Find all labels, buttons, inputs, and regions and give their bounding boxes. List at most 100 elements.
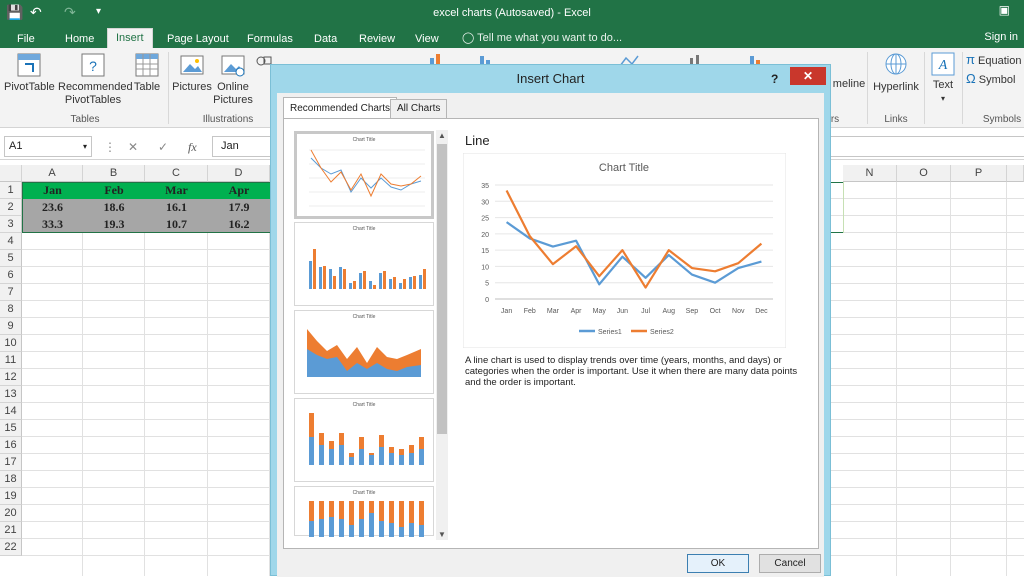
- cell-c2[interactable]: 16.1: [145, 199, 208, 216]
- row-header-21[interactable]: 21: [0, 522, 22, 539]
- row-header-22[interactable]: 22: [0, 539, 22, 556]
- row-header-8[interactable]: 8: [0, 301, 22, 318]
- row-header-10[interactable]: 10: [0, 335, 22, 352]
- row-header-6[interactable]: 6: [0, 267, 22, 284]
- column-header-p[interactable]: P: [951, 165, 1007, 182]
- table-button[interactable]: Table: [130, 52, 164, 94]
- tab-insert[interactable]: Insert: [107, 28, 153, 48]
- sign-in-link[interactable]: Sign in: [984, 31, 1018, 43]
- tab-view[interactable]: View: [407, 31, 447, 48]
- tables-group-label: Tables: [70, 114, 100, 125]
- cell-d3[interactable]: 16.2: [208, 216, 270, 233]
- row-header-12[interactable]: 12: [0, 369, 22, 386]
- insert-function-icon[interactable]: fx: [188, 140, 197, 155]
- thumb-stacked-column[interactable]: Chart Title: [294, 398, 434, 482]
- symbol-button[interactable]: Ω Symbol: [966, 72, 1024, 87]
- column-header-o[interactable]: O: [897, 165, 951, 182]
- timeline-button[interactable]: meline: [832, 78, 866, 91]
- scroll-down-icon[interactable]: ▼: [437, 530, 447, 539]
- selection-right-edge: [843, 182, 844, 233]
- cell-a3[interactable]: 33.3: [22, 216, 83, 233]
- pictures-button[interactable]: Pictures: [172, 52, 212, 94]
- tab-all-charts[interactable]: All Charts: [390, 99, 448, 118]
- chart-title: Chart Title: [599, 162, 649, 174]
- cell-c1[interactable]: Mar: [145, 182, 208, 199]
- thumb-stacked-area[interactable]: Chart Title: [294, 310, 434, 394]
- title-bar: 💾 ↶ ↷ ▾ excel charts (Autosaved) - Excel…: [0, 0, 1024, 28]
- cell-b2[interactable]: 18.6: [83, 199, 145, 216]
- column-header-b[interactable]: B: [83, 165, 145, 182]
- column-header-a[interactable]: A: [22, 165, 83, 182]
- thumb-column-graphic: [309, 249, 426, 289]
- scrollbar-thumb[interactable]: [437, 144, 447, 434]
- row-header-14[interactable]: 14: [0, 403, 22, 420]
- x-tick-label: Feb: [524, 308, 536, 315]
- column-header-partial[interactable]: [1007, 165, 1024, 182]
- thumb-clustered-column[interactable]: Chart Title: [294, 222, 434, 306]
- recommended-pivottables-icon: ?: [81, 53, 105, 77]
- charts-group-label: rs: [830, 114, 840, 125]
- tab-page-layout[interactable]: Page Layout: [159, 31, 237, 48]
- thumb-stacked-column-graphic: [309, 413, 424, 465]
- lightbulb-icon: ◯: [462, 32, 475, 44]
- tab-review[interactable]: Review: [351, 31, 403, 48]
- ribbon-options-icon[interactable]: ▣: [999, 3, 1010, 17]
- column-header-n[interactable]: N: [843, 165, 897, 182]
- row-header-11[interactable]: 11: [0, 352, 22, 369]
- cell-a1[interactable]: Jan: [22, 182, 83, 199]
- cancel-icon[interactable]: ✕: [128, 140, 138, 154]
- cell-d2[interactable]: 17.9: [208, 199, 270, 216]
- recommended-pivottables-button[interactable]: ? Recommended PivotTables: [58, 52, 133, 107]
- tab-data[interactable]: Data: [306, 31, 345, 48]
- row-header-20[interactable]: 20: [0, 505, 22, 522]
- tell-me-box[interactable]: ◯ Tell me what you want to do...: [462, 31, 622, 44]
- column-header-d[interactable]: D: [208, 165, 270, 182]
- close-icon[interactable]: ✕: [790, 67, 826, 85]
- thumbnail-scrollbar[interactable]: ▲ ▼: [436, 130, 448, 540]
- name-box[interactable]: A1 ▾: [4, 136, 92, 157]
- cell-d1[interactable]: Apr: [208, 182, 270, 199]
- row-header-19[interactable]: 19: [0, 488, 22, 505]
- thumb-line-chart[interactable]: Chart Title: [294, 131, 434, 219]
- hyperlink-button[interactable]: Hyperlink: [872, 52, 920, 94]
- ok-button[interactable]: OK: [687, 554, 749, 573]
- text-dropdown-icon: ▾: [940, 94, 945, 103]
- cell-c3[interactable]: 10.7: [145, 216, 208, 233]
- enter-icon[interactable]: ✓: [158, 140, 168, 154]
- tab-recommended-charts[interactable]: Recommended Charts: [283, 97, 398, 119]
- select-all-corner[interactable]: [0, 165, 22, 182]
- thumb-100-stacked-column[interactable]: Chart Title: [294, 486, 434, 537]
- row-header-4[interactable]: 4: [0, 233, 22, 250]
- row-header-17[interactable]: 17: [0, 454, 22, 471]
- row-header-13[interactable]: 13: [0, 386, 22, 403]
- thumb-area-graphic: [307, 329, 421, 377]
- scroll-up-icon[interactable]: ▲: [437, 131, 447, 140]
- cancel-button[interactable]: Cancel: [759, 554, 821, 573]
- row-header-3[interactable]: 3: [0, 216, 22, 233]
- online-pictures-icon: [221, 55, 245, 77]
- row-header-7[interactable]: 7: [0, 284, 22, 301]
- cell-b1[interactable]: Feb: [83, 182, 145, 199]
- pivottable-button[interactable]: PivotTable: [4, 52, 55, 94]
- chevron-down-icon[interactable]: ▾: [83, 142, 87, 151]
- text-button[interactable]: A Text ▾: [928, 52, 958, 105]
- y-tick-label: 20: [481, 232, 489, 239]
- tab-home[interactable]: Home: [57, 31, 102, 48]
- row-header-9[interactable]: 9: [0, 318, 22, 335]
- equation-button[interactable]: π Equation: [966, 53, 1024, 68]
- group-separator: [924, 52, 925, 124]
- help-icon[interactable]: ?: [771, 72, 778, 86]
- tab-file[interactable]: File: [9, 31, 43, 48]
- row-header-18[interactable]: 18: [0, 471, 22, 488]
- row-header-1[interactable]: 1: [0, 182, 22, 199]
- row-header-5[interactable]: 5: [0, 250, 22, 267]
- row-header-2[interactable]: 2: [0, 199, 22, 216]
- row-header-16[interactable]: 16: [0, 437, 22, 454]
- table-label: Table: [133, 81, 161, 93]
- tab-formulas[interactable]: Formulas: [239, 31, 301, 48]
- online-pictures-button[interactable]: Online Pictures: [212, 52, 254, 107]
- row-header-15[interactable]: 15: [0, 420, 22, 437]
- column-header-c[interactable]: C: [145, 165, 208, 182]
- cell-b3[interactable]: 19.3: [83, 216, 145, 233]
- cell-a2[interactable]: 23.6: [22, 199, 83, 216]
